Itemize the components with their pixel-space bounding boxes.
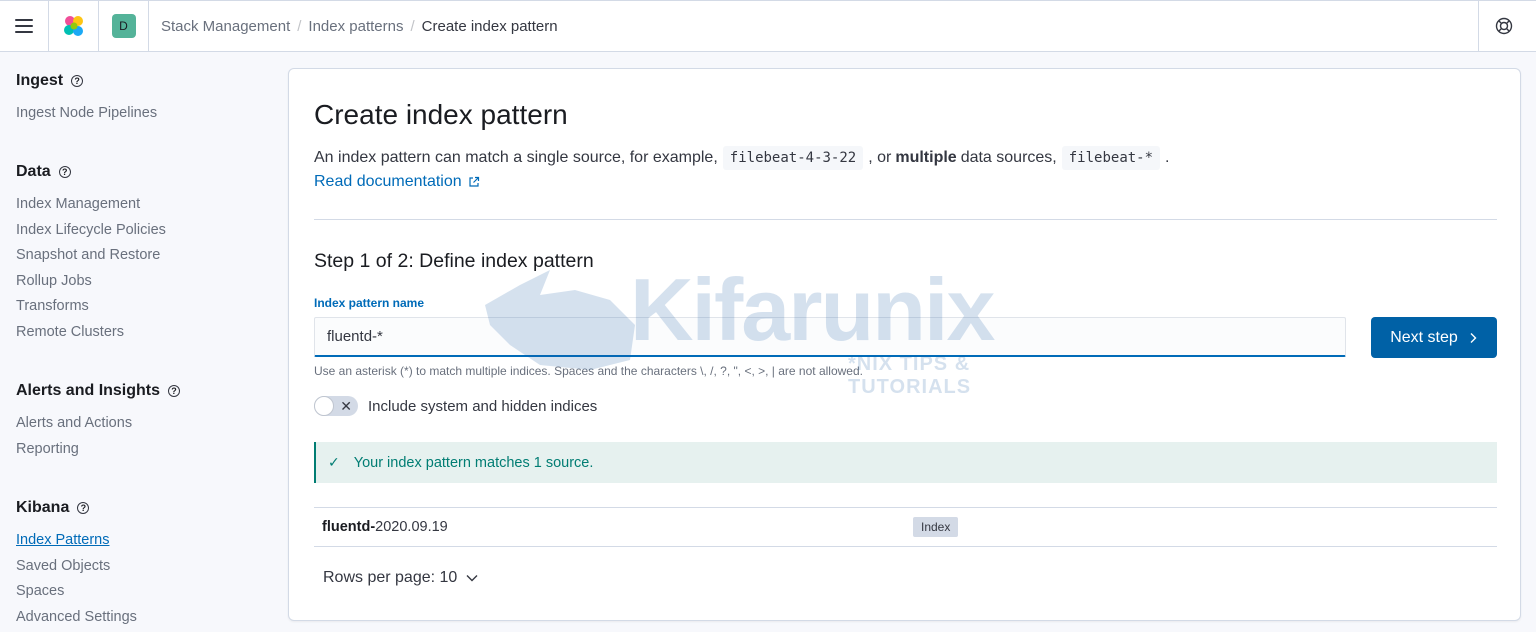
page-title: Create index pattern: [314, 99, 568, 130]
index-pattern-name-label: Index pattern name: [314, 296, 425, 310]
management-sidebar: Ingest? Ingest Node Pipelines Data? Inde…: [0, 52, 280, 632]
sidebar-section-kibana: Kibana? Index Patterns Saved Objects Spa…: [16, 498, 137, 630]
space-selector[interactable]: D: [99, 1, 149, 51]
menu-button[interactable]: [0, 1, 49, 51]
sidebar-section-data: Data? Index Management Index Lifecycle P…: [16, 162, 166, 346]
chevron-right-icon: [1470, 332, 1477, 343]
breadcrumb-index-patterns[interactable]: Index patterns: [308, 18, 403, 35]
sidebar-item-saved-objects[interactable]: Saved Objects: [16, 554, 137, 580]
matching-indices-table: fluentd-2020.09.19 Index: [314, 507, 1497, 547]
create-index-pattern-panel: Create index pattern An index pattern ca…: [288, 68, 1521, 621]
breadcrumb-stack-management[interactable]: Stack Management: [161, 18, 290, 35]
read-documentation-link[interactable]: Read documentation: [314, 173, 480, 191]
example-multiple-sources: filebeat-*: [1061, 146, 1161, 170]
next-step-button[interactable]: Next step: [1371, 317, 1497, 358]
include-system-indices-row: ✕ Include system and hidden indices: [314, 396, 597, 416]
breadcrumb: Stack Management / Index patterns / Crea…: [149, 18, 1536, 35]
question-icon[interactable]: ?: [168, 385, 181, 397]
example-single-source: filebeat-4-3-22: [722, 146, 864, 170]
table-row: fluentd-2020.09.19 Index: [314, 507, 1497, 547]
sidebar-section-title: Data?: [16, 162, 166, 182]
sidebar-item-index-patterns[interactable]: Index Patterns: [16, 528, 137, 554]
match-success-callout: ✓ Your index pattern matches 1 source.: [314, 442, 1497, 483]
sidebar-item-advanced-settings[interactable]: Advanced Settings: [16, 605, 137, 631]
help-button[interactable]: [1478, 1, 1528, 51]
sidebar-section-title: Alerts and Insights?: [16, 381, 181, 401]
sidebar-section-title: Kibana?: [16, 498, 137, 518]
top-header: D Stack Management / Index patterns / Cr…: [0, 0, 1536, 52]
step-title: Step 1 of 2: Define index pattern: [314, 250, 594, 272]
question-icon[interactable]: ?: [71, 75, 84, 87]
sidebar-section-title: Ingest?: [16, 71, 157, 91]
breadcrumb-separator: /: [297, 17, 302, 35]
sidebar-item-snapshot-and-restore[interactable]: Snapshot and Restore: [16, 243, 166, 269]
divider: [314, 219, 1497, 220]
sidebar-item-ingest-node-pipelines[interactable]: Ingest Node Pipelines: [16, 101, 157, 127]
sidebar-item-remote-clusters[interactable]: Remote Clusters: [16, 320, 166, 346]
sidebar-item-alerts-and-actions[interactable]: Alerts and Actions: [16, 411, 180, 437]
sidebar-item-spaces[interactable]: Spaces: [16, 579, 137, 605]
cross-icon: ✕: [340, 398, 352, 414]
breadcrumb-separator: /: [410, 17, 415, 35]
sidebar-item-reporting[interactable]: Reporting: [16, 437, 180, 463]
include-system-indices-label: Include system and hidden indices: [368, 397, 598, 415]
elastic-logo-icon: [63, 16, 83, 36]
rows-per-page-selector[interactable]: Rows per page: 10: [323, 569, 479, 587]
question-icon[interactable]: ?: [58, 166, 71, 178]
page-description: An index pattern can match a single sour…: [314, 146, 1170, 170]
space-avatar: D: [111, 14, 136, 38]
sidebar-item-transforms[interactable]: Transforms: [16, 294, 166, 320]
help-lifebuoy-icon: [1495, 17, 1512, 35]
chevron-down-icon: [466, 575, 478, 582]
sidebar-item-index-lifecycle-policies[interactable]: Index Lifecycle Policies: [16, 218, 166, 244]
question-icon[interactable]: ?: [77, 502, 90, 514]
breadcrumb-current: Create index pattern: [421, 17, 558, 35]
index-type-badge: Index: [913, 517, 959, 537]
index-pattern-name-input[interactable]: [314, 317, 1346, 357]
index-name: fluentd-2020.09.19: [322, 519, 448, 535]
hamburger-icon: [15, 19, 33, 33]
sidebar-section-ingest: Ingest? Ingest Node Pipelines: [16, 71, 157, 127]
external-link-icon: [469, 176, 479, 187]
sidebar-item-rollup-jobs[interactable]: Rollup Jobs: [16, 269, 166, 295]
sidebar-section-alerts-insights: Alerts and Insights? Alerts and Actions …: [16, 381, 181, 463]
kibana-logo[interactable]: [49, 1, 99, 51]
toggle-knob: [314, 396, 334, 416]
index-pattern-help-text: Use an asterisk (*) to match multiple in…: [314, 364, 863, 378]
include-system-indices-toggle[interactable]: ✕: [314, 396, 358, 416]
sidebar-item-index-management[interactable]: Index Management: [16, 192, 166, 218]
check-icon: ✓: [328, 454, 340, 470]
